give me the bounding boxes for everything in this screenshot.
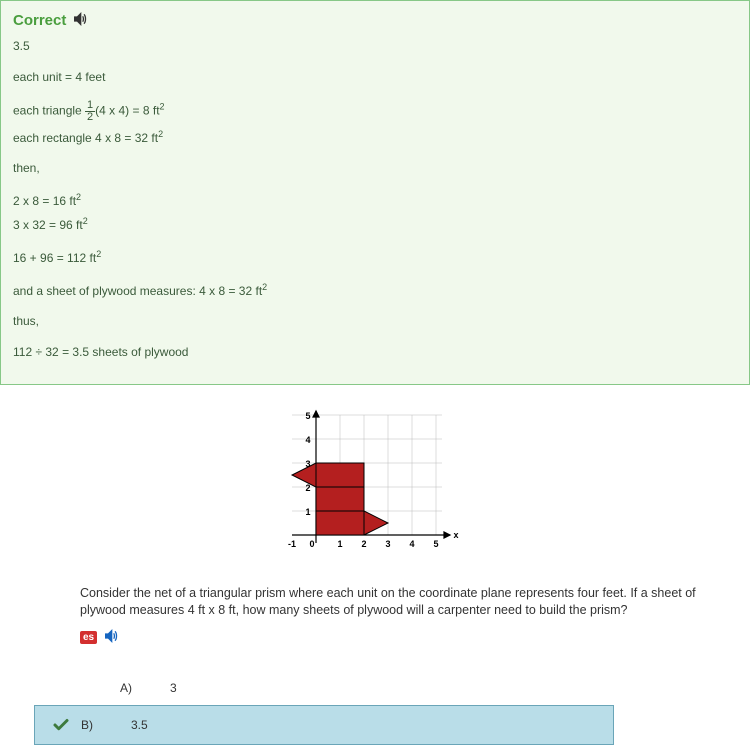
rect-text: each rectangle 4 x 8 = 32 ft — [13, 131, 158, 145]
answer-a-value: 3 — [170, 681, 177, 695]
sq6: 2 — [262, 282, 267, 292]
sheet: and a sheet of plywood measures: 4 x 8 =… — [13, 284, 262, 298]
explain-final: 112 ÷ 32 = 3.5 sheets of plywood — [13, 344, 737, 361]
explain-rect: each rectangle 4 x 8 = 32 ft2 — [13, 128, 737, 147]
x-axis-label: x — [453, 530, 458, 540]
question-text: Consider the net of a triangular prism w… — [80, 585, 724, 620]
explain-sum: 16 + 96 = 112 ft2 — [13, 248, 737, 267]
fraction-half: 12 — [85, 100, 95, 123]
ytick-2: 2 — [305, 483, 310, 493]
ytick-4: 4 — [305, 435, 310, 445]
sq5: 2 — [96, 249, 101, 259]
check-icon — [41, 716, 81, 734]
correct-title: Correct — [13, 12, 66, 29]
question-area: Consider the net of a triangular prism w… — [0, 585, 754, 745]
answer-value: 3.5 — [13, 38, 737, 55]
coordinate-figure: -1 0 1 2 3 4 5 1 2 3 4 5 x — [0, 405, 754, 565]
xtick-neg1: -1 — [288, 539, 296, 549]
answer-a-letter: A) — [120, 681, 170, 695]
xtick-4: 4 — [409, 539, 414, 549]
ytick-5: 5 — [305, 411, 310, 421]
sq3: 2 — [76, 192, 81, 202]
audio-icon[interactable] — [72, 11, 88, 30]
explain-calc2: 3 x 32 = 96 ft2 — [13, 215, 737, 234]
c1: 2 x 8 = 16 ft — [13, 194, 76, 208]
tri-pre: each triangle — [13, 103, 85, 117]
correct-header: Correct — [13, 11, 737, 30]
prism-net-shape — [292, 463, 388, 535]
answer-option-a[interactable]: A) 3 — [80, 671, 724, 705]
explain-then: then, — [13, 160, 737, 177]
xtick-5: 5 — [433, 539, 438, 549]
prism-net-plot: -1 0 1 2 3 4 5 1 2 3 4 5 x — [282, 405, 472, 565]
question-icons: es — [80, 628, 724, 647]
correct-feedback-panel: Correct 3.5 each unit = 4 feet each tria… — [0, 0, 750, 385]
tri-post: (4 x 4) = 8 ft — [95, 103, 159, 117]
explain-thus: thus, — [13, 313, 737, 330]
xtick-1: 1 — [337, 539, 342, 549]
frac-den: 2 — [85, 112, 95, 123]
sq4: 2 — [83, 216, 88, 226]
frac-num: 1 — [85, 100, 95, 112]
sum: 16 + 96 = 112 ft — [13, 251, 96, 265]
c2: 3 x 32 = 96 ft — [13, 218, 83, 232]
answer-b-letter: B) — [81, 718, 131, 732]
xtick-2: 2 — [361, 539, 366, 549]
language-es-button[interactable]: es — [80, 631, 97, 644]
xtick-0: 0 — [309, 539, 314, 549]
answer-b-value: 3.5 — [131, 718, 148, 732]
sq2: 2 — [158, 129, 163, 139]
answer-option-b[interactable]: B) 3.5 — [34, 705, 614, 745]
sq: 2 — [160, 101, 165, 111]
audio-icon[interactable] — [103, 628, 119, 647]
explain-calc1: 2 x 8 = 16 ft2 — [13, 191, 737, 210]
xtick-3: 3 — [385, 539, 390, 549]
ytick-1: 1 — [305, 507, 310, 517]
explain-sheet: and a sheet of plywood measures: 4 x 8 =… — [13, 281, 737, 300]
explain-triangle: each triangle 12(4 x 4) = 8 ft2 — [13, 100, 737, 123]
explain-unit: each unit = 4 feet — [13, 69, 737, 86]
explanation-body: 3.5 each unit = 4 feet each triangle 12(… — [13, 38, 737, 361]
